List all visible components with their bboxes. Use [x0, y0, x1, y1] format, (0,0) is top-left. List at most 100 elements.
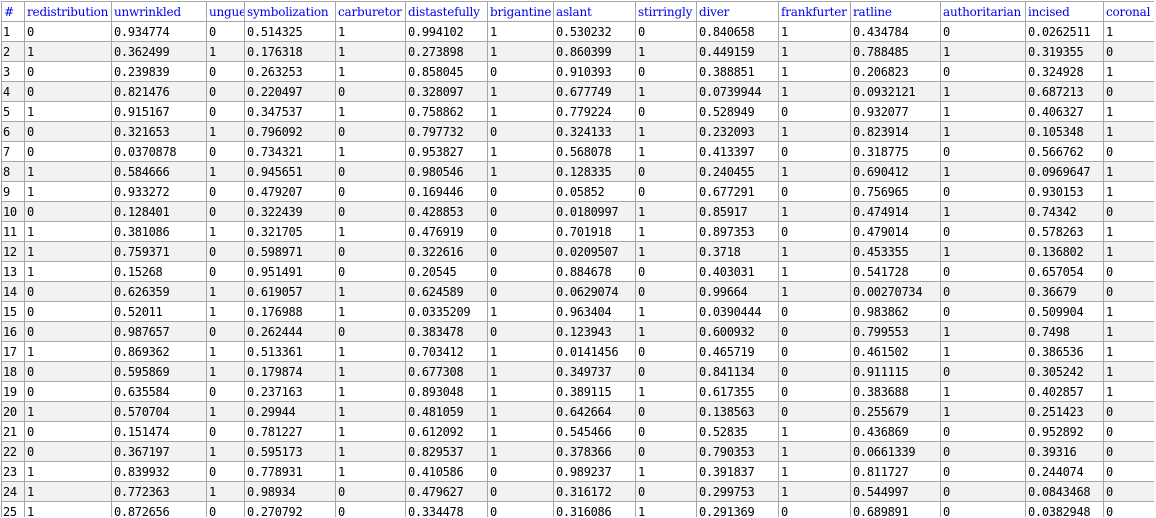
cell-symbolization[interactable]: 0.270792: [244, 501, 336, 517]
cell-authoritarian[interactable]: 0: [940, 261, 1026, 282]
cell-diver[interactable]: 0.413397: [696, 141, 779, 162]
table-row[interactable]: 24 1 0.772363 1 0.98934 0 0.479627 0 0.316172 0 0.…: [1, 481, 1154, 502]
cell-diver[interactable]: 0.528949: [696, 101, 779, 122]
table-row[interactable]: 17 1 0.869362 1 0.513361 1 0.703412 1 0.0141456 0…: [1, 341, 1154, 362]
cell-aslant[interactable]: 0.349737: [553, 361, 636, 382]
cell-authoritarian[interactable]: 0: [940, 61, 1026, 82]
table-row[interactable]: 9 1 0.933272 0 0.479207 0 0.169446 0 0.05852 0 0.6…: [1, 181, 1154, 202]
table-row[interactable]: 20 1 0.570704 1 0.29944 1 0.481059 1 0.642664 0 0.…: [1, 401, 1154, 422]
row-index-cell[interactable]: 4: [1, 81, 25, 102]
table-row[interactable]: 8 1 0.584666 1 0.945651 0 0.980546 1 0.128335 0 0.…: [1, 161, 1154, 182]
cell-aslant[interactable]: 0.378366: [553, 441, 636, 462]
cell-unwrinkled[interactable]: 0.635584: [111, 381, 207, 402]
cell-aslant[interactable]: 0.963404: [553, 301, 636, 322]
row-index-cell[interactable]: 22: [1, 441, 25, 462]
cell-stirringly[interactable]: 1: [635, 221, 697, 242]
row-index-cell[interactable]: 5: [1, 101, 25, 122]
row-index-cell[interactable]: 18: [1, 361, 25, 382]
cell-stirringly[interactable]: 0: [635, 101, 697, 122]
cell-carburetor[interactable]: 1: [335, 361, 406, 382]
column-header-ratline[interactable]: ratline: [850, 1, 941, 22]
cell-stirringly[interactable]: 0: [635, 341, 697, 362]
cell-carburetor[interactable]: 1: [335, 141, 406, 162]
cell-symbolization[interactable]: 0.734321: [244, 141, 336, 162]
cell-aslant[interactable]: 0.0629074: [553, 281, 636, 302]
cell-authoritarian[interactable]: 1: [940, 101, 1026, 122]
cell-brigantine[interactable]: 1: [487, 161, 554, 182]
column-header-redistribution[interactable]: redistribution: [24, 1, 112, 22]
cell-brigantine[interactable]: 1: [487, 441, 554, 462]
cell-frankfurter[interactable]: 1: [778, 161, 851, 182]
cell-incised[interactable]: 0.0382948: [1025, 501, 1104, 517]
cell-symbolization[interactable]: 0.598971: [244, 241, 336, 262]
column-header-unguent[interactable]: unguent: [206, 1, 245, 22]
cell-diver[interactable]: 0.388851: [696, 61, 779, 82]
cell-aslant[interactable]: 0.910393: [553, 61, 636, 82]
cell-diver[interactable]: 0.299753: [696, 481, 779, 502]
cell-carburetor[interactable]: 0: [335, 241, 406, 262]
cell-redistribution[interactable]: 0: [24, 301, 112, 322]
cell-frankfurter[interactable]: 1: [778, 261, 851, 282]
table-row[interactable]: 12 1 0.759371 0 0.598971 0 0.322616 0 0.0209507 1…: [1, 241, 1154, 262]
cell-carburetor[interactable]: 0: [335, 201, 406, 222]
column-header-symbolization[interactable]: symbolization: [244, 1, 336, 22]
cell-incised[interactable]: 0.324928: [1025, 61, 1104, 82]
cell-carburetor[interactable]: 0: [335, 501, 406, 517]
cell-carburetor[interactable]: 1: [335, 301, 406, 322]
cell-unguent[interactable]: 0: [206, 21, 245, 42]
cell-incised[interactable]: 0.7498: [1025, 321, 1104, 342]
cell-brigantine[interactable]: 0: [487, 321, 554, 342]
cell-unwrinkled[interactable]: 0.759371: [111, 241, 207, 262]
cell-redistribution[interactable]: 0: [24, 201, 112, 222]
cell-frankfurter[interactable]: 1: [778, 481, 851, 502]
cell-unwrinkled[interactable]: 0.595869: [111, 361, 207, 382]
row-index-cell[interactable]: 3: [1, 61, 25, 82]
cell-authoritarian[interactable]: 0: [940, 181, 1026, 202]
cell-incised[interactable]: 0.687213: [1025, 81, 1104, 102]
cell-authoritarian[interactable]: 1: [940, 121, 1026, 142]
cell-symbolization[interactable]: 0.263253: [244, 61, 336, 82]
cell-incised[interactable]: 0.0969647: [1025, 161, 1104, 182]
cell-ratline[interactable]: 0.461502: [850, 341, 941, 362]
table-row[interactable]: 25 1 0.872656 0 0.270792 0 0.334478 0 0.316086 1 0…: [1, 501, 1154, 517]
cell-distastefully[interactable]: 0.797732: [405, 121, 488, 142]
cell-unguent[interactable]: 0: [206, 241, 245, 262]
cell-stirringly[interactable]: 1: [635, 121, 697, 142]
cell-aslant[interactable]: 0.123943: [553, 321, 636, 342]
cell-aslant[interactable]: 0.0180997: [553, 201, 636, 222]
cell-unwrinkled[interactable]: 0.772363: [111, 481, 207, 502]
cell-brigantine[interactable]: 1: [487, 141, 554, 162]
cell-distastefully[interactable]: 0.481059: [405, 401, 488, 422]
cell-carburetor[interactable]: 1: [335, 41, 406, 62]
cell-diver[interactable]: 0.99664: [696, 281, 779, 302]
cell-unwrinkled[interactable]: 0.987657: [111, 321, 207, 342]
cell-carburetor[interactable]: 1: [335, 281, 406, 302]
cell-ratline[interactable]: 0.0932121: [850, 81, 941, 102]
cell-distastefully[interactable]: 0.0335209: [405, 301, 488, 322]
cell-frankfurter[interactable]: 1: [778, 121, 851, 142]
cell-unguent[interactable]: 1: [206, 161, 245, 182]
cell-aslant[interactable]: 0.642664: [553, 401, 636, 422]
cell-distastefully[interactable]: 0.334478: [405, 501, 488, 517]
cell-authoritarian[interactable]: 1: [940, 401, 1026, 422]
cell-redistribution[interactable]: 0: [24, 281, 112, 302]
cell-carburetor[interactable]: 1: [335, 61, 406, 82]
row-index-cell[interactable]: 24: [1, 481, 25, 502]
cell-unwrinkled[interactable]: 0.915167: [111, 101, 207, 122]
cell-frankfurter[interactable]: 1: [778, 21, 851, 42]
cell-coronal[interactable]: 1: [1103, 101, 1154, 122]
cell-frankfurter[interactable]: 0: [778, 221, 851, 242]
cell-ratline[interactable]: 0.318775: [850, 141, 941, 162]
cell-unwrinkled[interactable]: 0.128401: [111, 201, 207, 222]
cell-diver[interactable]: 0.841134: [696, 361, 779, 382]
row-index-cell[interactable]: 25: [1, 501, 25, 517]
cell-aslant[interactable]: 0.530232: [553, 21, 636, 42]
cell-ratline[interactable]: 0.479014: [850, 221, 941, 242]
row-index-cell[interactable]: 8: [1, 161, 25, 182]
cell-authoritarian[interactable]: 0: [940, 361, 1026, 382]
cell-redistribution[interactable]: 1: [24, 461, 112, 482]
table-row[interactable]: 22 0 0.367197 1 0.595173 1 0.829537 1 0.378366 0 0…: [1, 441, 1154, 462]
cell-aslant[interactable]: 0.545466: [553, 421, 636, 442]
cell-symbolization[interactable]: 0.514325: [244, 21, 336, 42]
cell-frankfurter[interactable]: 0: [778, 381, 851, 402]
